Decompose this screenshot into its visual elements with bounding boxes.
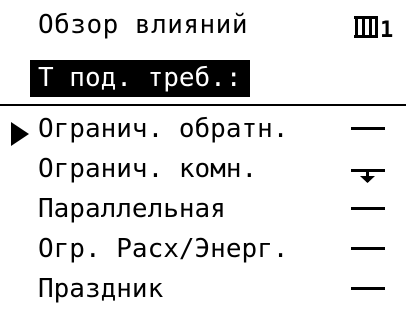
page-title: Обзор влияний [38, 10, 248, 40]
arrow-down-limit-icon [351, 169, 385, 183]
dash-icon [351, 247, 385, 250]
list-item-label: Огранич. комн. [38, 154, 258, 184]
circuit-number: 1 [380, 18, 393, 38]
list-item-label: Огр. Расх/Энерг. [38, 234, 289, 264]
subtitle-label: Т под. треб.: [38, 63, 242, 93]
dash-icon [351, 127, 385, 130]
divider [0, 104, 406, 106]
list-item-room-limit[interactable]: Огранич. комн. [0, 148, 406, 188]
list-item-return-limit[interactable]: Огранич. обратн. [0, 108, 406, 148]
list-item-parallel[interactable]: Параллельная [0, 188, 406, 228]
list-item-flow-energy-limit[interactable]: Огр. Расх/Энерг. [0, 228, 406, 268]
list-item-holiday[interactable]: Праздник [0, 268, 406, 308]
list-item-label: Параллельная [38, 194, 226, 224]
dash-icon [351, 207, 385, 210]
heating-circuit-icon: 1 [354, 16, 406, 43]
selection-arrow-icon [11, 122, 29, 146]
controller-screen: Обзор влияний 1 Т под. треб.: Огранич. о… [0, 0, 406, 309]
subtitle-bar: Т под. треб.: [30, 60, 250, 97]
dash-icon [351, 287, 385, 290]
list-item-label: Праздник [38, 274, 164, 304]
list-item-label: Огранич. обратн. [38, 114, 289, 144]
